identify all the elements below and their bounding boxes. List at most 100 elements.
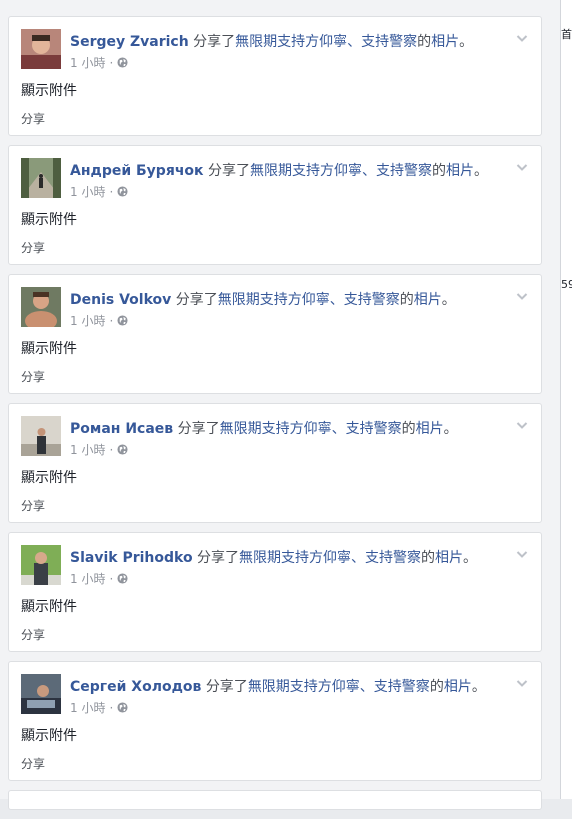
page-link[interactable]: 無限期支持方仰寧、支持警察 [235,34,417,50]
author-name[interactable]: Роман Исаев [70,421,173,437]
timestamp[interactable]: 1 小時 [70,441,105,458]
timestamp[interactable]: 1 小時 [70,54,105,71]
timestamp[interactable]: 1 小時 [70,312,105,329]
story-headline: Slavik Prihodko 分享了無限期支持方仰寧、支持警察的相片。 [70,547,501,567]
feed-story: Роман Исаев 分享了無限期支持方仰寧、支持警察的相片。 1 小時 · … [8,403,542,523]
page-link[interactable]: 無限期支持方仰寧、支持警察 [250,163,432,179]
meta-separator: · [109,184,114,199]
share-link[interactable]: 分享 [21,755,45,772]
story-headline: Роман Исаев 分享了無限期支持方仰寧、支持警察的相片。 [70,418,501,438]
story-headline: Sergey Zvarich 分享了無限期支持方仰寧、支持警察的相片。 [70,31,501,51]
timestamp[interactable]: 1 小時 [70,183,105,200]
target-suffix: 的 [421,550,436,566]
author-name[interactable]: Slavik Prihodko [70,550,193,566]
story-meta: 1 小時 · [70,699,128,716]
story-meta: 1 小時 · [70,183,128,200]
shared-verb: 分享了 [193,34,236,50]
avatar[interactable] [21,416,61,456]
show-attachment-link[interactable]: 顯示附件 [21,80,77,100]
photo-link[interactable]: 相片 [416,421,444,437]
shared-verb: 分享了 [177,421,220,437]
share-link[interactable]: 分享 [21,497,45,514]
meta-separator: · [109,442,114,457]
target-suffix: 的 [401,421,416,437]
target-suffix: 的 [432,163,447,179]
story-headline: Андрей Бурячок 分享了無限期支持方仰寧、支持警察的相片。 [70,160,501,180]
share-link[interactable]: 分享 [21,239,45,256]
background-page-right [560,0,572,799]
avatar[interactable] [21,29,61,69]
story-meta: 1 小時 · [70,570,128,587]
globe-icon[interactable] [117,57,128,68]
headline-end: 。 [441,292,456,308]
target-suffix: 的 [417,34,432,50]
page-link[interactable]: 無限期支持方仰寧、支持警察 [239,550,421,566]
show-attachment-link[interactable]: 顯示附件 [21,725,77,745]
globe-icon[interactable] [117,186,128,197]
story-meta: 1 小時 · [70,312,128,329]
author-name[interactable]: Sergey Zvarich [70,34,189,50]
target-suffix: 的 [429,679,444,695]
globe-icon[interactable] [117,315,128,326]
chevron-down-icon[interactable] [515,676,529,690]
page-link[interactable]: 無限期支持方仰寧、支持警察 [248,679,430,695]
feed-story: Sergey Zvarich 分享了無限期支持方仰寧、支持警察的相片。 1 小時… [8,16,542,136]
feed-story-partial [8,790,542,810]
photo-link[interactable]: 相片 [435,550,463,566]
photo-link[interactable]: 相片 [414,292,442,308]
share-link[interactable]: 分享 [21,110,45,127]
timestamp[interactable]: 1 小時 [70,570,105,587]
shared-verb: 分享了 [205,679,248,695]
shared-verb: 分享了 [197,550,240,566]
globe-icon[interactable] [117,444,128,455]
meta-separator: · [109,313,114,328]
timestamp[interactable]: 1 小時 [70,699,105,716]
shared-verb: 分享了 [208,163,251,179]
headline-end: 。 [443,421,458,437]
feed-story: Сергей Холодов 分享了無限期支持方仰寧、支持警察的相片。 1 小時… [8,661,542,781]
meta-separator: · [109,571,114,586]
show-attachment-link[interactable]: 顯示附件 [21,596,77,616]
page-link[interactable]: 無限期支持方仰寧、支持警察 [220,421,402,437]
notification-overlay: Sergey Zvarich 分享了無限期支持方仰寧、支持警察的相片。 1 小時… [0,0,560,810]
background-text: 59 [561,278,572,291]
meta-separator: · [109,55,114,70]
avatar[interactable] [21,287,61,327]
author-name[interactable]: Denis Volkov [70,292,171,308]
photo-link[interactable]: 相片 [444,679,472,695]
photo-link[interactable]: 相片 [431,34,459,50]
chevron-down-icon[interactable] [515,31,529,45]
page-link[interactable]: 無限期支持方仰寧、支持警察 [218,292,400,308]
show-attachment-link[interactable]: 顯示附件 [21,467,77,487]
avatar[interactable] [21,545,61,585]
globe-icon[interactable] [117,573,128,584]
story-meta: 1 小時 · [70,54,128,71]
meta-separator: · [109,700,114,715]
show-attachment-link[interactable]: 顯示附件 [21,209,77,229]
feed-story: Андрей Бурячок 分享了無限期支持方仰寧、支持警察的相片。 1 小時… [8,145,542,265]
shared-verb: 分享了 [175,292,218,308]
globe-icon[interactable] [117,702,128,713]
headline-end: 。 [471,679,486,695]
feed-story: Slavik Prihodko 分享了無限期支持方仰寧、支持警察的相片。 1 小… [8,532,542,652]
story-headline: Сергей Холодов 分享了無限期支持方仰寧、支持警察的相片。 [70,676,501,696]
photo-link[interactable]: 相片 [446,163,474,179]
show-attachment-link[interactable]: 顯示附件 [21,338,77,358]
shared-photo-feed: Sergey Zvarich 分享了無限期支持方仰寧、支持警察的相片。 1 小時… [8,16,542,819]
share-link[interactable]: 分享 [21,626,45,643]
avatar[interactable] [21,158,61,198]
chevron-down-icon[interactable] [515,418,529,432]
feed-story: Denis Volkov 分享了無限期支持方仰寧、支持警察的相片。 1 小時 ·… [8,274,542,394]
story-headline: Denis Volkov 分享了無限期支持方仰寧、支持警察的相片。 [70,289,501,309]
background-text: 首 [561,28,572,41]
headline-end: 。 [463,550,478,566]
avatar[interactable] [21,674,61,714]
headline-end: 。 [459,34,474,50]
author-name[interactable]: Андрей Бурячок [70,163,204,179]
share-link[interactable]: 分享 [21,368,45,385]
story-meta: 1 小時 · [70,441,128,458]
chevron-down-icon[interactable] [515,160,529,174]
chevron-down-icon[interactable] [515,547,529,561]
chevron-down-icon[interactable] [515,289,529,303]
author-name[interactable]: Сергей Холодов [70,679,201,695]
